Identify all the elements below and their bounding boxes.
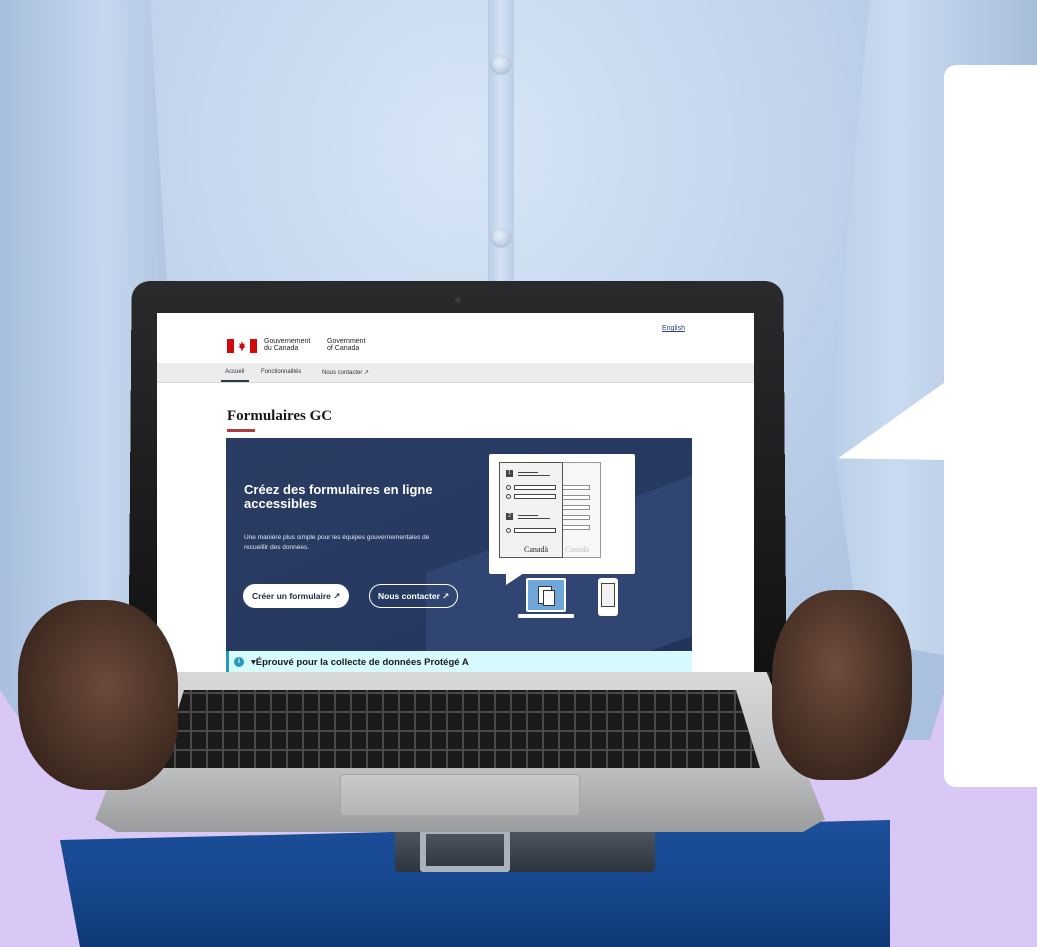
laptop-trackpad — [340, 774, 580, 816]
form-sheet-front: 1 2 Canadä — [499, 462, 563, 558]
belt-buckle — [420, 828, 510, 872]
hero-heading: Créez des formulaires en ligne accessibl… — [244, 482, 433, 511]
laptop-device-base — [518, 614, 574, 618]
gov-wordmark-en: Government of Canada — [327, 338, 366, 352]
gov-wordmark-fr-line2: du Canada — [264, 345, 299, 352]
shirt-button — [492, 55, 510, 73]
page-title: Formulaires GC — [227, 408, 333, 424]
canada-wordmark-faded: Canadä — [565, 545, 589, 554]
step-number: 2 — [506, 513, 513, 520]
nav-item-accueil[interactable]: Accueil — [225, 369, 244, 375]
title-underline — [227, 429, 255, 432]
speech-bubble-panel — [944, 65, 1037, 787]
gov-wordmark-fr-line1: Gouvernement — [264, 338, 311, 345]
laptop-screen: English Gouvernement du Canada Governmen… — [157, 313, 754, 675]
main-nav: Accueil Fonctionnalités Nous contacter ↗ — [157, 363, 754, 383]
contact-us-button[interactable]: Nous contacter ↗ — [369, 584, 459, 608]
info-icon: i — [234, 657, 244, 667]
gov-wordmark-en-line1: Government — [327, 338, 366, 345]
hero-description: Une manière plus simple pour les équipes… — [244, 534, 430, 551]
shirt-button — [492, 228, 510, 246]
left-hand — [18, 600, 178, 790]
language-toggle-link[interactable]: English — [662, 325, 685, 332]
nav-item-fonctionnalites[interactable]: Fonctionnalités — [261, 369, 301, 375]
shirt-placket — [488, 0, 514, 290]
gc-header: English Gouvernement du Canada Governmen… — [157, 313, 754, 363]
step-number: 1 — [506, 470, 513, 477]
create-form-button[interactable]: Créer un formulaire ↗ — [243, 584, 350, 608]
canada-wordmark: Canadä — [524, 545, 548, 554]
gov-wordmark-fr: Gouvernement du Canada — [264, 338, 310, 352]
canada-flag-icon — [227, 339, 257, 353]
alert-text[interactable]: ▾Éprouvé pour la collecte de données Pro… — [251, 657, 469, 668]
hero-banner: Créez des formulaires en ligne accessibl… — [226, 438, 692, 651]
nav-item-nous-contacter[interactable]: Nous contacter ↗ — [322, 369, 369, 376]
nav-active-indicator — [221, 380, 249, 382]
right-hand — [772, 590, 912, 780]
laptop-keyboard — [160, 690, 760, 768]
phone-device-icon — [598, 578, 618, 616]
form-illustration: Canadä 1 2 Canadä — [489, 454, 635, 574]
laptop-device-icon — [526, 578, 566, 612]
webcam-icon — [455, 297, 461, 303]
gov-wordmark-en-line2: of Canada — [327, 345, 360, 352]
